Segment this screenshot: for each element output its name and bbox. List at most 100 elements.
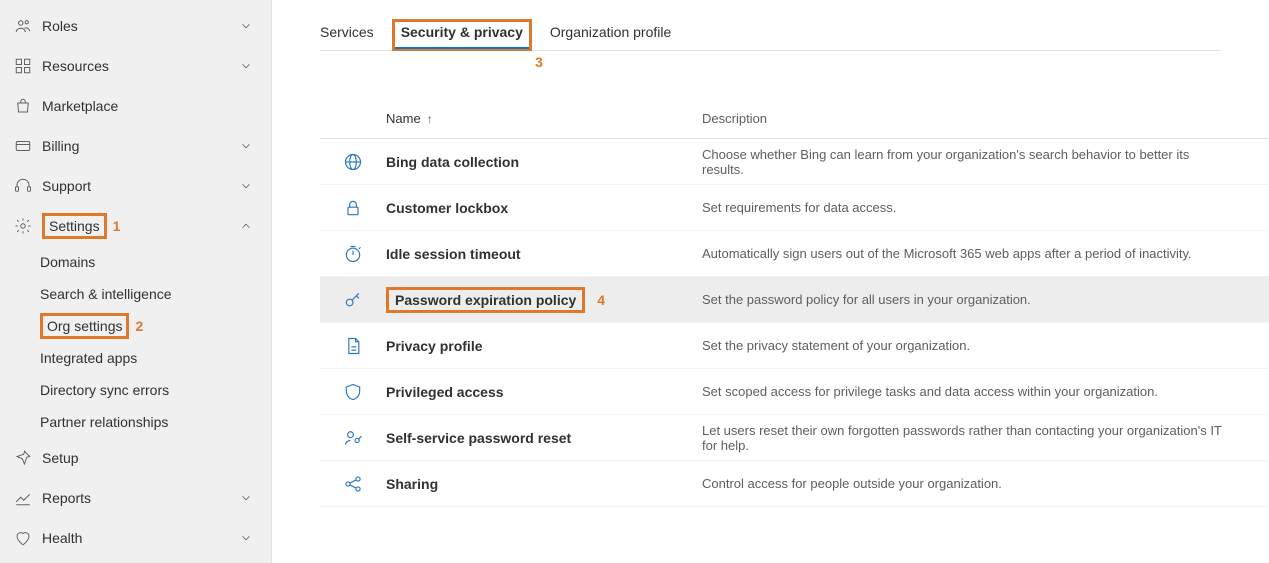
row-name: Privileged access [386,384,702,400]
key-icon [320,290,386,310]
resources-icon [14,57,32,75]
tab-services[interactable]: Services [320,24,374,50]
billing-icon [14,137,32,155]
table-row[interactable]: Self-service password resetLet users res… [320,415,1269,461]
table-row[interactable]: Idle session timeoutAutomatically sign u… [320,231,1269,277]
main-content: Services Security & privacy 3 Organizati… [272,0,1269,563]
sidebar-sub-label: Search & intelligence [40,286,172,302]
highlight-number: 1 [113,218,121,234]
sidebar: Roles Resources Marketplace Billing Supp… [0,0,272,563]
chevron-down-icon [239,59,253,73]
sidebar-sub-directory-sync-errors[interactable]: Directory sync errors [0,374,271,406]
sidebar-item-label: Reports [42,490,239,506]
row-name: Password expiration policy 4 [386,287,702,313]
sidebar-item-label: Support [42,178,239,194]
sidebar-item-label: Setup [42,450,253,466]
health-icon [14,529,32,547]
tab-label: Security & privacy [401,24,523,40]
highlight-number: 4 [597,292,605,308]
highlight-number: 3 [535,54,543,70]
tab-security-privacy[interactable]: Security & privacy 3 [392,19,532,51]
highlight-number: 2 [135,318,143,334]
chevron-down-icon [239,491,253,505]
row-description: Choose whether Bing can learn from your … [702,147,1269,177]
row-description: Set scoped access for privilege tasks an… [702,384,1269,399]
sidebar-item-resources[interactable]: Resources [0,46,271,86]
sidebar-sub-search-intelligence[interactable]: Search & intelligence [0,278,271,310]
sort-asc-icon: ↑ [427,112,433,126]
chevron-down-icon [239,179,253,193]
sidebar-item-label: Resources [42,58,239,74]
chevron-down-icon [239,531,253,545]
sidebar-sub-label: Domains [40,254,95,270]
tab-label: Organization profile [550,24,671,40]
sidebar-sub-label: Directory sync errors [40,382,169,398]
table-body: Bing data collectionChoose whether Bing … [320,139,1269,507]
settings-icon [14,217,32,235]
sidebar-item-reports[interactable]: Reports [0,478,271,518]
sidebar-item-roles[interactable]: Roles [0,6,271,46]
row-description: Set the privacy statement of your organi… [702,338,1269,353]
marketplace-icon [14,97,32,115]
tabs: Services Security & privacy 3 Organizati… [320,18,1221,51]
column-header-label: Description [702,111,767,126]
support-icon [14,177,32,195]
table-row[interactable]: Bing data collectionChoose whether Bing … [320,139,1269,185]
row-description: Automatically sign users out of the Micr… [702,246,1269,261]
sidebar-item-settings[interactable]: Settings 1 [0,206,271,246]
sidebar-sub-label: Integrated apps [40,350,137,366]
row-name: Customer lockbox [386,200,702,216]
sidebar-item-label: Marketplace [42,98,253,114]
globe-icon [320,152,386,172]
row-name: Privacy profile [386,338,702,354]
table-header: Name ↑ Description [320,111,1269,139]
tab-organization-profile[interactable]: Organization profile [550,24,671,50]
shield-icon [320,382,386,402]
sidebar-item-label: Roles [42,18,239,34]
sidebar-item-marketplace[interactable]: Marketplace [0,86,271,126]
person-key-icon [320,428,386,448]
share-icon [320,474,386,494]
table-row[interactable]: SharingControl access for people outside… [320,461,1269,507]
sidebar-item-health[interactable]: Health [0,518,271,558]
chevron-down-icon [239,19,253,33]
column-header-name[interactable]: Name ↑ [386,111,702,126]
sidebar-sub-label: Partner relationships [40,414,168,430]
table-row[interactable]: Privileged accessSet scoped access for p… [320,369,1269,415]
highlight-box: Settings [42,213,107,239]
highlight-box: Org settings [40,313,129,339]
roles-icon [14,17,32,35]
chevron-up-icon [239,219,253,233]
reports-icon [14,489,32,507]
table-row[interactable]: Password expiration policy 4 Set the passw… [320,277,1269,323]
sidebar-sub-org-settings[interactable]: Org settings 2 [0,310,271,342]
sidebar-item-support[interactable]: Support [0,166,271,206]
lock-icon [320,198,386,218]
setup-icon [14,449,32,467]
row-description: Set the password policy for all users in… [702,292,1269,307]
sidebar-item-label: Billing [42,138,239,154]
column-header-label: Name [386,111,421,126]
table-row[interactable]: Privacy profileSet the privacy statement… [320,323,1269,369]
column-header-description[interactable]: Description [702,111,1269,126]
row-description: Control access for people outside your o… [702,476,1269,491]
row-description: Set requirements for data access. [702,200,1269,215]
sidebar-item-billing[interactable]: Billing [0,126,271,166]
chevron-down-icon [239,139,253,153]
sidebar-sub-partner-relationships[interactable]: Partner relationships [0,406,271,438]
row-name: Sharing [386,476,702,492]
sidebar-item-label: Health [42,530,239,546]
row-name: Self-service password reset [386,430,702,446]
sidebar-sub-label: Org settings 2 [40,313,143,339]
timer-icon [320,244,386,264]
document-icon [320,336,386,356]
sidebar-item-label: Settings 1 [42,213,239,239]
table-row[interactable]: Customer lockboxSet requirements for dat… [320,185,1269,231]
tab-label: Services [320,24,374,40]
row-name: Bing data collection [386,154,702,170]
highlight-box: Password expiration policy [386,287,585,313]
sidebar-sub-integrated-apps[interactable]: Integrated apps [0,342,271,374]
sidebar-item-setup[interactable]: Setup [0,438,271,478]
sidebar-sub-domains[interactable]: Domains [0,246,271,278]
row-description: Let users reset their own forgotten pass… [702,423,1269,453]
